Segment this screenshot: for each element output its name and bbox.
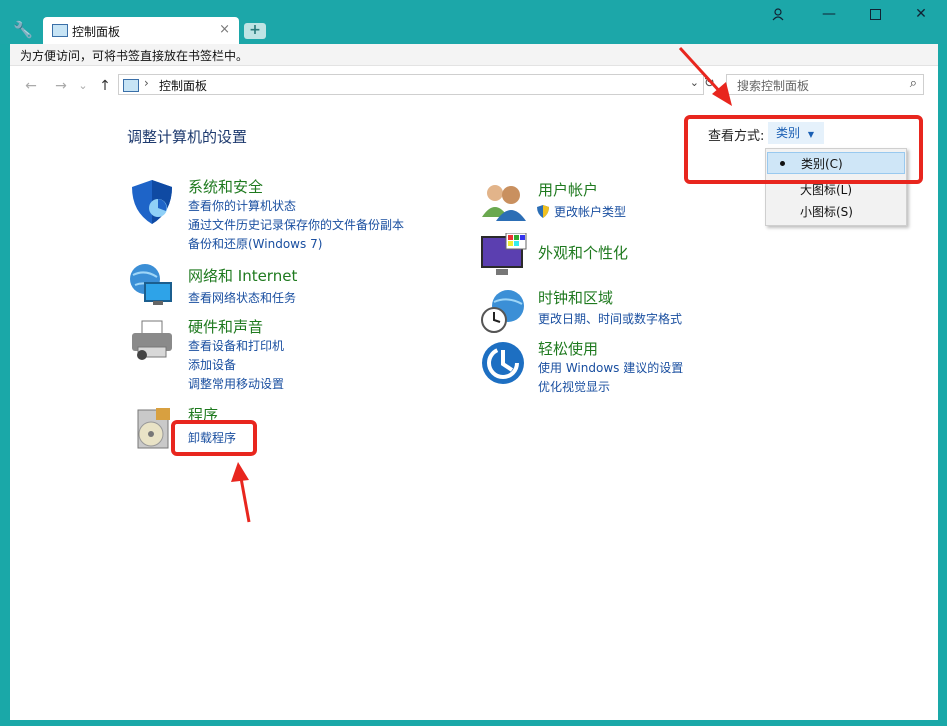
- arrow-head-icon: [231, 462, 249, 482]
- annotation-arrows: [231, 46, 732, 523]
